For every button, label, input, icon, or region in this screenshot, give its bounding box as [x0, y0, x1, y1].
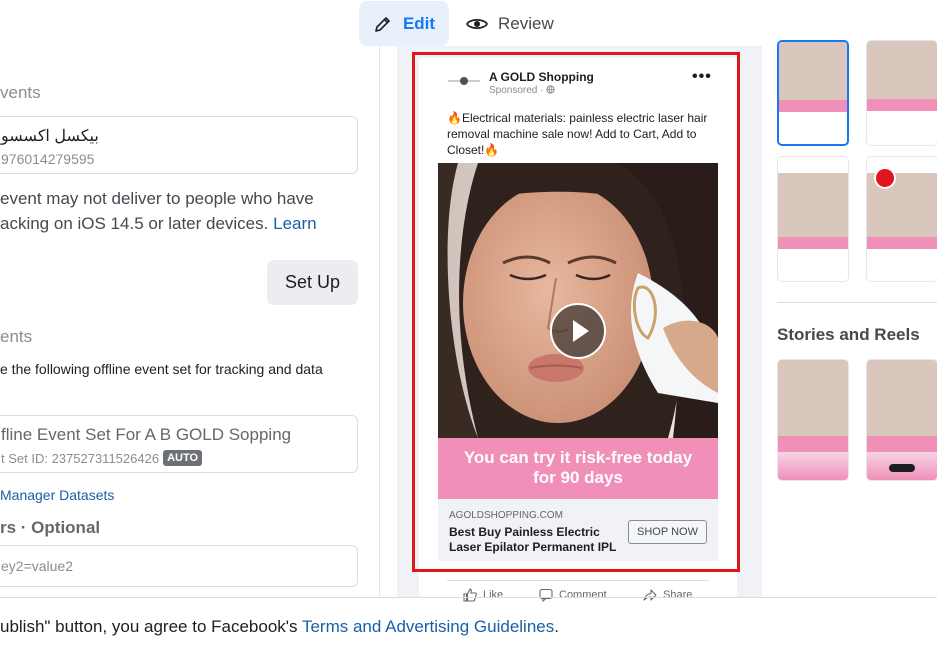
learn-more-link[interactable]: Learn: [273, 214, 316, 233]
terms-suffix: .: [554, 617, 559, 636]
placement-thumb-story-1[interactable]: [777, 359, 849, 481]
share-label: Share: [663, 589, 693, 601]
placement-thumb-story-2[interactable]: [866, 359, 937, 481]
ios-warning-line-2: acking on iOS 14.5 or later devices. Lea…: [0, 214, 317, 234]
set-up-button[interactable]: Set Up: [267, 260, 358, 305]
offline-event-set-name: fline Event Set For A B GOLD Sopping: [1, 425, 292, 444]
eye-icon: [466, 18, 488, 29]
thumbs-up-icon: [463, 588, 477, 602]
offline-events-label: ents: [0, 327, 33, 346]
comment-action[interactable]: Comment: [539, 588, 607, 602]
url-parameters-input[interactable]: ey2=value2: [0, 545, 358, 587]
tab-edit[interactable]: Edit: [359, 1, 449, 46]
tab-review[interactable]: Review: [466, 1, 576, 46]
offline-set-id-text: t Set ID: 237527311526426: [1, 451, 160, 466]
ad-editor: { "mode_tabs": { "edit": "Edit", "review…: [0, 0, 937, 645]
ios-warning-line-1: event may not deliver to people who have: [0, 189, 314, 208]
like-action[interactable]: Like: [463, 588, 503, 602]
share-icon: [643, 589, 657, 601]
actions-divider: [447, 580, 709, 581]
tab-edit-label: Edit: [402, 13, 436, 33]
pencil-icon: [375, 16, 390, 32]
placement-thumb-feed-3[interactable]: [777, 156, 849, 282]
tracking-settings-panel: vents بيكسل اكسسو 976014279595 event may…: [0, 60, 380, 597]
like-label: Like: [483, 589, 504, 601]
share-action[interactable]: Share: [643, 588, 692, 602]
footer-divider: [0, 597, 937, 598]
offline-event-set-id: t Set ID: 237527311526426 AUTO: [1, 450, 203, 466]
placements-divider: [777, 302, 937, 303]
comment-icon: [539, 588, 553, 602]
auto-badge: AUTO: [163, 450, 203, 466]
comment-label: Comment: [559, 589, 607, 601]
offline-event-set-selector[interactable]: fline Event Set For A B GOLD Sopping t S…: [0, 415, 358, 473]
website-events-label: vents: [0, 83, 41, 102]
terms-prefix: ublish" button, you agree to Facebook's: [0, 617, 298, 636]
pixel-selector[interactable]: بيكسل اكسسو 976014279595: [0, 116, 358, 174]
terms-notice: ublish" button, you agree to Facebook's …: [0, 617, 559, 637]
offline-events-description: e the following offline event set for tr…: [0, 361, 323, 377]
url-parameters-placeholder: ey2=value2: [1, 558, 74, 574]
manager-datasets-link[interactable]: Manager Datasets: [0, 487, 114, 503]
preview-highlight-frame: [412, 52, 740, 572]
profile-badge-icon: [874, 167, 896, 189]
url-parameters-label: rs · Optional: [0, 518, 101, 537]
terms-link[interactable]: Terms and Advertising Guidelines: [302, 617, 554, 636]
placement-thumb-feed-2[interactable]: [866, 40, 937, 146]
pixel-id: 976014279595: [1, 151, 95, 167]
panel-divider: [379, 46, 380, 597]
tab-review-label: Review: [498, 13, 554, 33]
ios-warning-text: acking on iOS 14.5 or later devices.: [0, 214, 269, 233]
placement-thumb-feed-1[interactable]: [777, 40, 849, 146]
pixel-name: بيكسل اكسسو: [1, 128, 99, 145]
stories-reels-title: Stories and Reels: [777, 325, 920, 344]
